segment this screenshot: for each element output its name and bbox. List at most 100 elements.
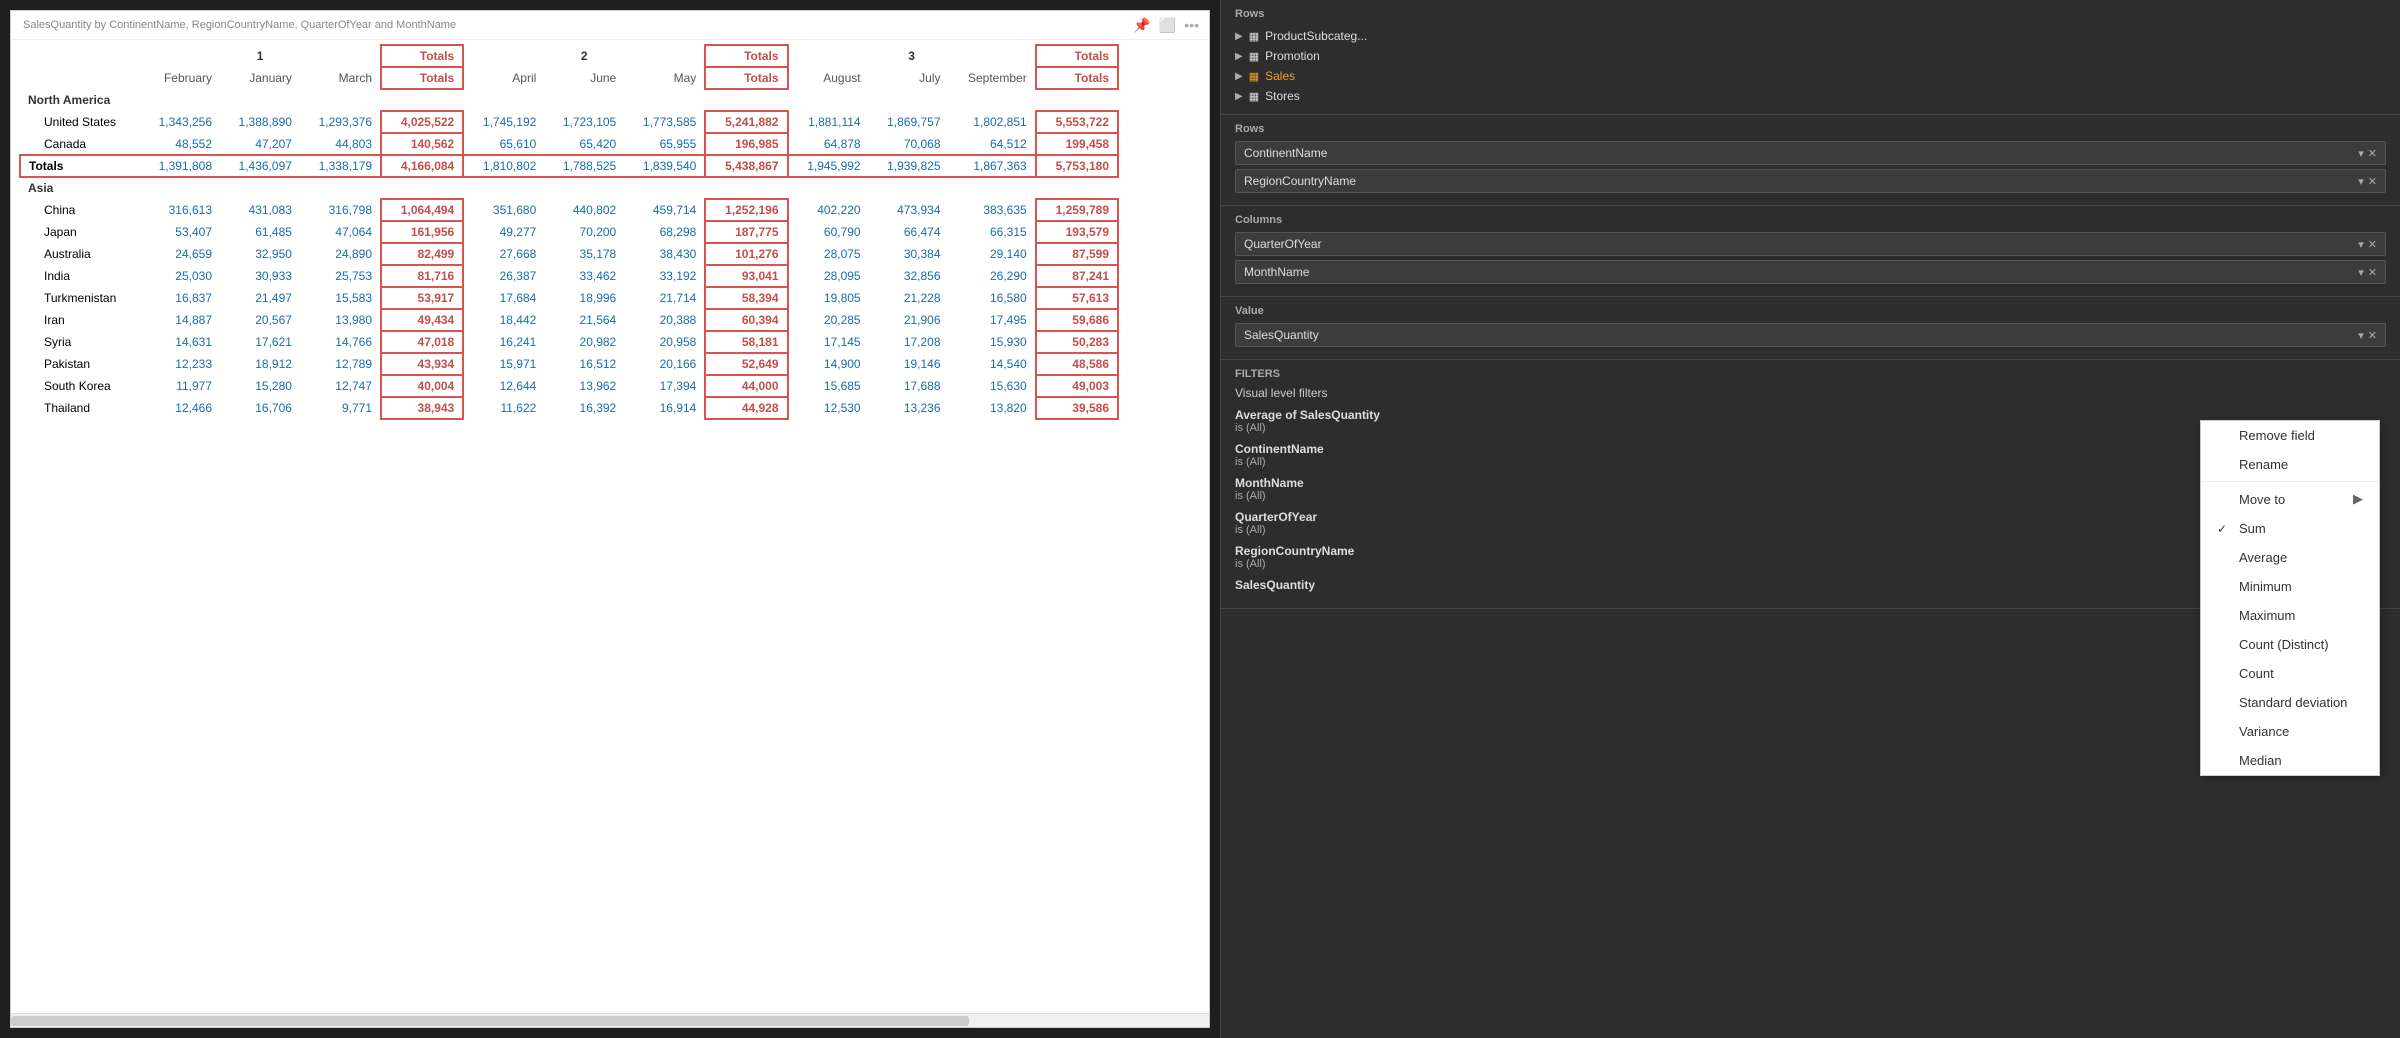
pin-icon[interactable]: 📌 (1133, 17, 1150, 34)
matrix-table: 1 Totals 2 Totals 3 Totals February Janu… (19, 44, 1119, 420)
table-row: United States1,343,2561,388,8901,293,376… (20, 111, 1118, 133)
month-header-row: February January March Totals April June… (20, 67, 1118, 89)
field-pill-label: ContinentName (1244, 146, 1327, 160)
table-icon: ▦ (1249, 30, 1259, 43)
context-menu-item[interactable]: Count (2201, 659, 2379, 688)
context-menu-item[interactable]: Average (2201, 543, 2379, 572)
menu-item-label: Minimum (2239, 579, 2292, 594)
horizontal-scrollbar[interactable] (11, 1013, 1209, 1027)
region-row: North America (20, 89, 1118, 111)
context-menu-item[interactable]: Remove field (2201, 421, 2379, 450)
quarter-header-row: 1 Totals 2 Totals 3 Totals (20, 45, 1118, 67)
field-chevron-icon[interactable]: ▾ (2358, 238, 2364, 251)
field-chevron-icon[interactable]: ▾ (2358, 175, 2364, 188)
chevron-right-icon: ▶ (1235, 31, 1243, 42)
context-menu-item[interactable]: Median (2201, 746, 2379, 775)
chevron-right-icon: ▶ (1235, 91, 1243, 102)
totals-q3-header: Totals (1036, 45, 1118, 67)
field-remove-icon[interactable]: ✕ (2368, 238, 2377, 251)
context-menu-item[interactable]: Rename (2201, 450, 2379, 479)
menu-item-label: Maximum (2239, 608, 2295, 623)
menu-item-label: Variance (2239, 724, 2289, 739)
table-icon: ▦ (1249, 70, 1259, 83)
totals-row: Totals1,391,8081,436,0971,338,1794,166,0… (20, 155, 1118, 177)
rows-field-pill[interactable]: ContinentName ▾ ✕ (1235, 141, 2386, 165)
table-icon: ▦ (1249, 50, 1259, 63)
totals-q1-header: Totals (381, 45, 463, 67)
menu-item-label: Move to (2239, 492, 2285, 507)
totals-q2-header: Totals (705, 45, 787, 67)
sidebar-tree-item[interactable]: ▶▦Promotion (1235, 46, 2386, 66)
empty-header (20, 45, 140, 67)
month-jan: January (220, 67, 300, 89)
chevron-right-icon: ▶ (1235, 51, 1243, 62)
submenu-arrow-icon: ▶ (2353, 491, 2363, 507)
month-sep: September (949, 67, 1036, 89)
expand-icon[interactable]: ⬜ (1159, 17, 1176, 34)
matrix-visual: SalesQuantity by ContinentName, RegionCo… (10, 10, 1210, 1028)
cols-field-pill[interactable]: QuarterOfYear ▾ ✕ (1235, 232, 2386, 256)
table-row: India25,03030,93325,75381,71626,38733,46… (20, 265, 1118, 287)
context-menu-item[interactable]: Minimum (2201, 572, 2379, 601)
totals-q3-month: Totals (1036, 67, 1118, 89)
matrix-toolbar: 📌 ⬜ ••• (1133, 17, 1199, 34)
more-icon[interactable]: ••• (1184, 17, 1199, 34)
sidebar-tree-item[interactable]: ▶▦Sales (1235, 66, 2386, 86)
table-row: Pakistan12,23318,91212,78943,93415,97116… (20, 353, 1118, 375)
table-row: Thailand12,46616,7069,77138,94311,62216,… (20, 397, 1118, 419)
cols-label: Columns (1235, 214, 2386, 226)
field-chevron-icon[interactable]: ▾ (2358, 329, 2364, 342)
value-field-pill[interactable]: SalesQuantity ▾ ✕ (1235, 323, 2386, 347)
month-jun: June (544, 67, 624, 89)
context-menu-item[interactable]: Count (Distinct) (2201, 630, 2379, 659)
month-may: May (624, 67, 705, 89)
context-menu-item[interactable]: Move to ▶ (2201, 484, 2379, 514)
chevron-right-icon: ▶ (1235, 71, 1243, 82)
table-row: Turkmenistan16,83721,49715,58353,91717,6… (20, 287, 1118, 309)
menu-item-label: Sum (2239, 521, 2266, 536)
filters-title: FILTERS (1235, 368, 2386, 380)
tree-section: Rows ▶▦ProductSubcateg...▶▦Promotion▶▦Sa… (1221, 0, 2400, 115)
menu-item-label: Standard deviation (2239, 695, 2347, 710)
context-menu: Remove field Rename Move to ▶ ✓SumAverage Min… (2200, 420, 2380, 776)
columns-section: Columns QuarterOfYear ▾ ✕ MonthName ▾ ✕ (1221, 206, 2400, 297)
cols-field-pill[interactable]: MonthName ▾ ✕ (1235, 260, 2386, 284)
table-row: Iran14,88720,56713,98049,43418,44221,564… (20, 309, 1118, 331)
menu-item-label: Rename (2239, 457, 2288, 472)
sidebar-tree-item[interactable]: ▶ ▦ Stores (1235, 86, 2386, 106)
table-row: South Korea11,97715,28012,74740,00412,64… (20, 375, 1118, 397)
quarter-2-header: 2 (463, 45, 705, 67)
field-remove-icon[interactable]: ✕ (2368, 175, 2377, 188)
month-apr: April (463, 67, 544, 89)
field-chevron-icon[interactable]: ▾ (2358, 266, 2364, 279)
table-row: Australia24,65932,95024,89082,49927,6683… (20, 243, 1118, 265)
menu-item-label: Remove field (2239, 428, 2315, 443)
context-menu-item[interactable]: ✓Sum (2201, 514, 2379, 543)
tree-item-label: Stores (1265, 89, 1300, 103)
month-feb: February (140, 67, 220, 89)
table-row: Syria14,63117,62114,76647,01816,24120,98… (20, 331, 1118, 353)
field-remove-icon[interactable]: ✕ (2368, 147, 2377, 160)
context-menu-item[interactable]: Maximum (2201, 601, 2379, 630)
table-row: Japan53,40761,48547,064161,95649,27770,2… (20, 221, 1118, 243)
field-pill-label: QuarterOfYear (1244, 237, 1322, 251)
field-remove-icon[interactable]: ✕ (2368, 329, 2377, 342)
sidebar-tree-item[interactable]: ▶▦ProductSubcateg... (1235, 26, 2386, 46)
rows-field-pill[interactable]: RegionCountryName▾✕ (1235, 169, 2386, 193)
rows-section: Rows ContinentName▾✕RegionCountryName▾✕ (1221, 115, 2400, 206)
month-aug: August (788, 67, 869, 89)
empty-month-header (20, 67, 140, 89)
month-jul: July (869, 67, 949, 89)
field-chevron-icon[interactable]: ▾ (2358, 147, 2364, 160)
table-icon: ▦ (1249, 90, 1259, 103)
quarter-1-header: 1 (140, 45, 381, 67)
field-pill-label: MonthName (1244, 265, 1309, 279)
field-remove-icon[interactable]: ✕ (2368, 266, 2377, 279)
field-pill-label: SalesQuantity (1244, 328, 1319, 342)
month-mar: March (300, 67, 381, 89)
matrix-container[interactable]: 1 Totals 2 Totals 3 Totals February Janu… (11, 40, 1209, 1013)
context-menu-item[interactable]: Standard deviation (2201, 688, 2379, 717)
context-menu-item[interactable]: Variance (2201, 717, 2379, 746)
quarter-3-header: 3 (788, 45, 1036, 67)
totals-q2-month: Totals (705, 67, 787, 89)
